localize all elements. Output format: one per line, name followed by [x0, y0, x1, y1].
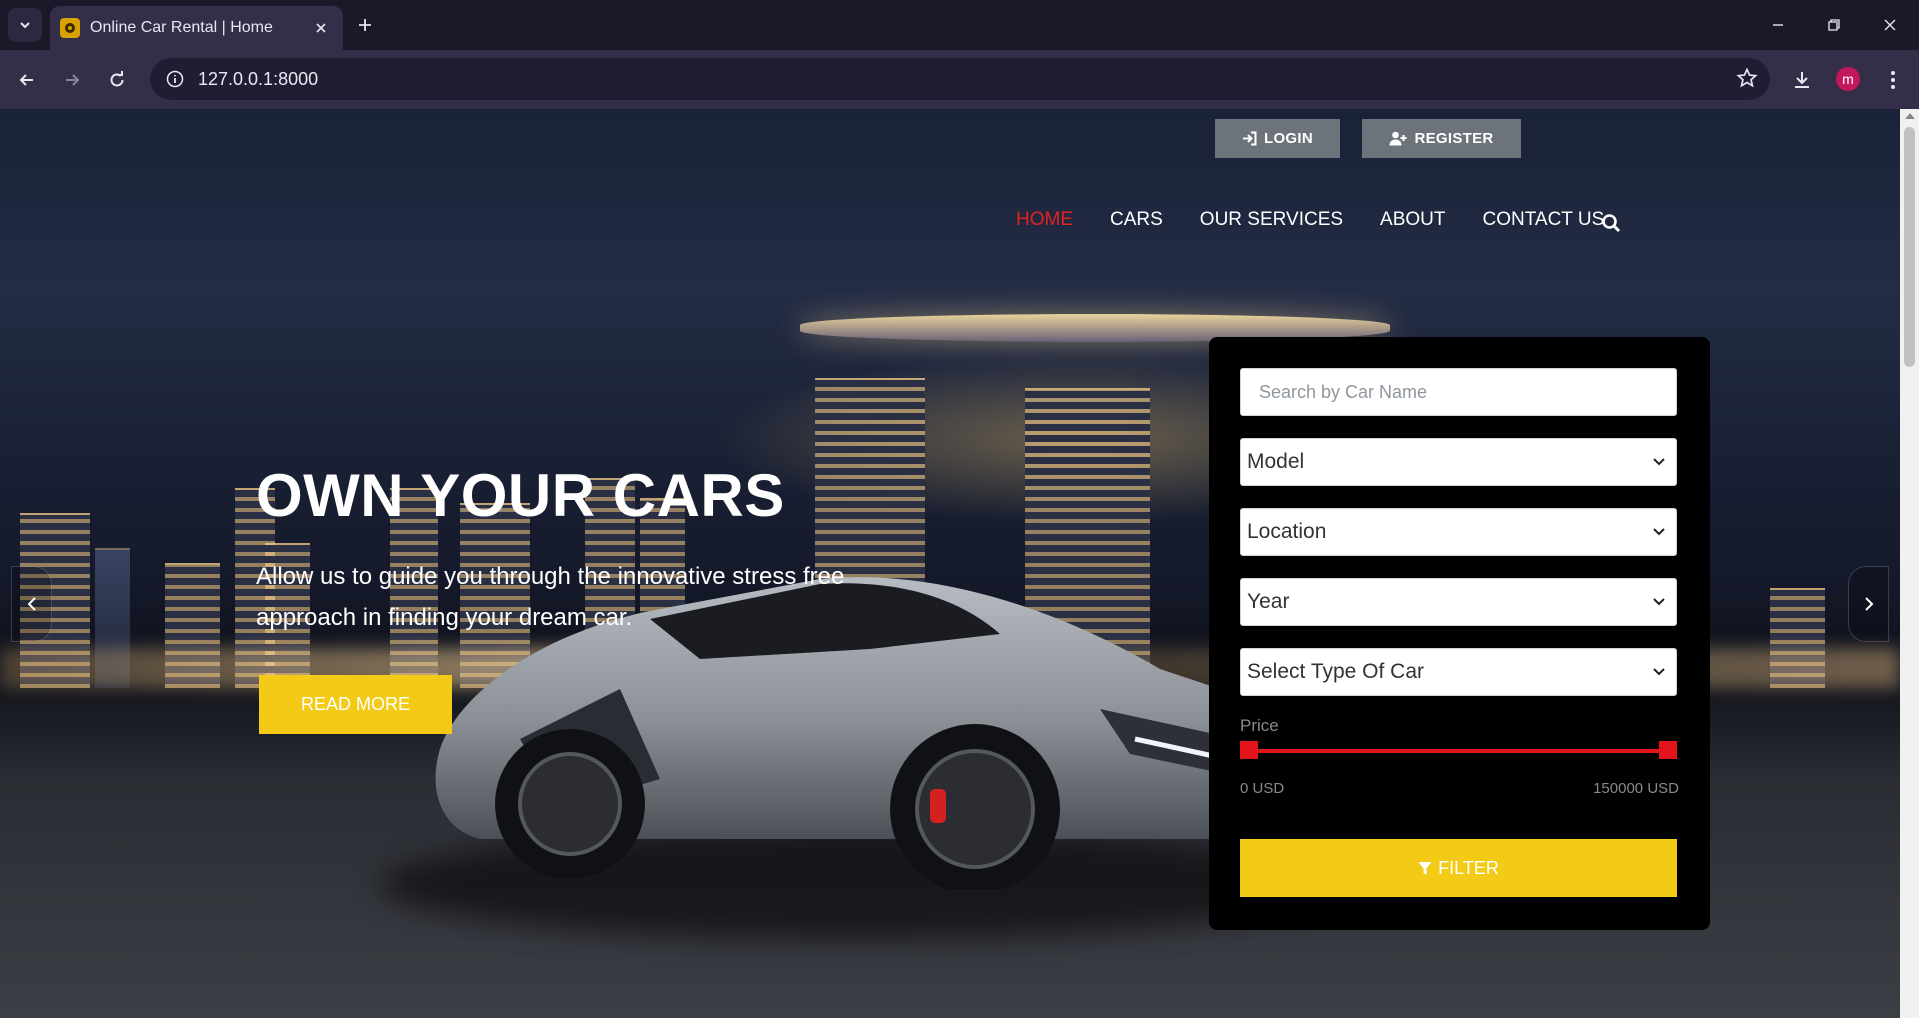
restore-button[interactable]: [1806, 0, 1862, 50]
scroll-up-arrow-icon[interactable]: [1905, 113, 1915, 119]
car-type-select[interactable]: Select Type Of Car: [1240, 648, 1677, 696]
arrow-left-icon: [19, 74, 33, 86]
year-select[interactable]: Year: [1240, 578, 1677, 626]
car-type-select-value: Select Type Of Car: [1247, 660, 1425, 683]
chevron-down-icon: [1642, 668, 1676, 676]
price-min-handle[interactable]: [1240, 741, 1258, 759]
chevron-down-icon: [20, 22, 30, 29]
chevron-right-icon: [1864, 597, 1873, 611]
chevron-left-icon: [27, 597, 36, 611]
reload-icon: [110, 71, 124, 87]
tab-title: Online Car Rental | Home: [90, 19, 273, 36]
price-label: Price: [1240, 716, 1279, 735]
page-scrollbar[interactable]: [1900, 109, 1919, 1018]
read-more-button[interactable]: READ MORE: [259, 675, 452, 734]
register-button[interactable]: REGISTER: [1362, 119, 1521, 158]
reload-button[interactable]: [100, 63, 134, 97]
car-name-search-input[interactable]: [1241, 369, 1676, 415]
downloads-button[interactable]: [1785, 63, 1819, 97]
price-min-value: 0 USD: [1240, 780, 1285, 797]
year-select-value: Year: [1247, 590, 1290, 613]
site-info-icon[interactable]: [164, 68, 186, 90]
chevron-down-icon: [1642, 528, 1676, 536]
browser-menu-button[interactable]: [1876, 63, 1910, 97]
minimize-icon: [1773, 24, 1783, 26]
location-select[interactable]: Location: [1240, 508, 1677, 556]
carousel-next-button[interactable]: [1848, 566, 1889, 642]
nav-link-contact-us[interactable]: CONTACT US: [1483, 209, 1605, 231]
nav-link-about[interactable]: ABOUT: [1380, 209, 1445, 231]
carousel-prev-button[interactable]: [11, 566, 52, 642]
browser-toolbar: 127.0.0.1:8000 m: [0, 50, 1919, 109]
tab-close-icon[interactable]: [309, 16, 333, 40]
nav-link-cars[interactable]: CARS: [1110, 209, 1163, 231]
browser-tab[interactable]: Online Car Rental | Home: [50, 6, 343, 50]
hero-subtitle: Allow us to guide you through the innova…: [256, 563, 845, 631]
scrollbar-thumb[interactable]: [1904, 127, 1915, 367]
car-filter-panel: Model Location Year Select Type Of Car P…: [1209, 337, 1710, 930]
search-icon[interactable]: [1601, 213, 1621, 238]
main-navigation: HOME CARS OUR SERVICES ABOUT CONTACT US: [1016, 209, 1641, 231]
kebab-menu-icon: [1891, 71, 1895, 89]
forward-button[interactable]: [55, 63, 89, 97]
login-button[interactable]: LOGIN: [1215, 119, 1340, 158]
chevron-down-icon: [1642, 598, 1676, 606]
login-label: LOGIN: [1264, 130, 1313, 147]
profile-avatar[interactable]: m: [1836, 67, 1860, 91]
tab-search-button[interactable]: [8, 8, 42, 42]
sign-in-icon: [1243, 131, 1257, 146]
plus-icon: [359, 19, 371, 31]
car-name-search-field[interactable]: [1240, 368, 1677, 416]
filter-funnel-icon: [1418, 861, 1432, 875]
filter-button[interactable]: FILTER: [1240, 839, 1677, 897]
nav-link-home[interactable]: HOME: [1016, 209, 1073, 231]
filter-button-label: FILTER: [1438, 857, 1499, 878]
location-select-value: Location: [1247, 520, 1327, 543]
site-favicon-icon: [60, 18, 80, 38]
hero-section: LOGIN REGISTER HOME CARS OUR SERVICES AB…: [0, 109, 1900, 1018]
address-bar[interactable]: 127.0.0.1:8000: [150, 58, 1770, 100]
user-plus-icon: [1389, 131, 1407, 146]
url-text: 127.0.0.1:8000: [198, 68, 319, 89]
bookmark-star-icon[interactable]: [1736, 67, 1758, 94]
model-select[interactable]: Model: [1240, 438, 1677, 486]
chevron-down-icon: [1642, 458, 1676, 466]
download-icon: [1795, 72, 1809, 88]
new-tab-button[interactable]: [350, 10, 380, 40]
close-icon: [1884, 19, 1896, 31]
restore-icon: [1828, 19, 1840, 31]
minimize-button[interactable]: [1750, 0, 1806, 50]
close-window-button[interactable]: [1862, 0, 1918, 50]
price-max-handle[interactable]: [1659, 741, 1677, 759]
register-label: REGISTER: [1414, 130, 1494, 147]
back-button[interactable]: [10, 63, 44, 97]
price-range-track[interactable]: [1249, 749, 1666, 753]
price-max-value: 150000 USD: [1593, 780, 1679, 797]
hero-title: OWN YOUR CARS: [256, 462, 785, 529]
arrow-right-icon: [66, 74, 80, 86]
nav-link-our-services[interactable]: OUR SERVICES: [1200, 209, 1343, 231]
browser-tab-strip: Online Car Rental | Home: [0, 0, 1919, 50]
model-select-value: Model: [1247, 450, 1305, 473]
